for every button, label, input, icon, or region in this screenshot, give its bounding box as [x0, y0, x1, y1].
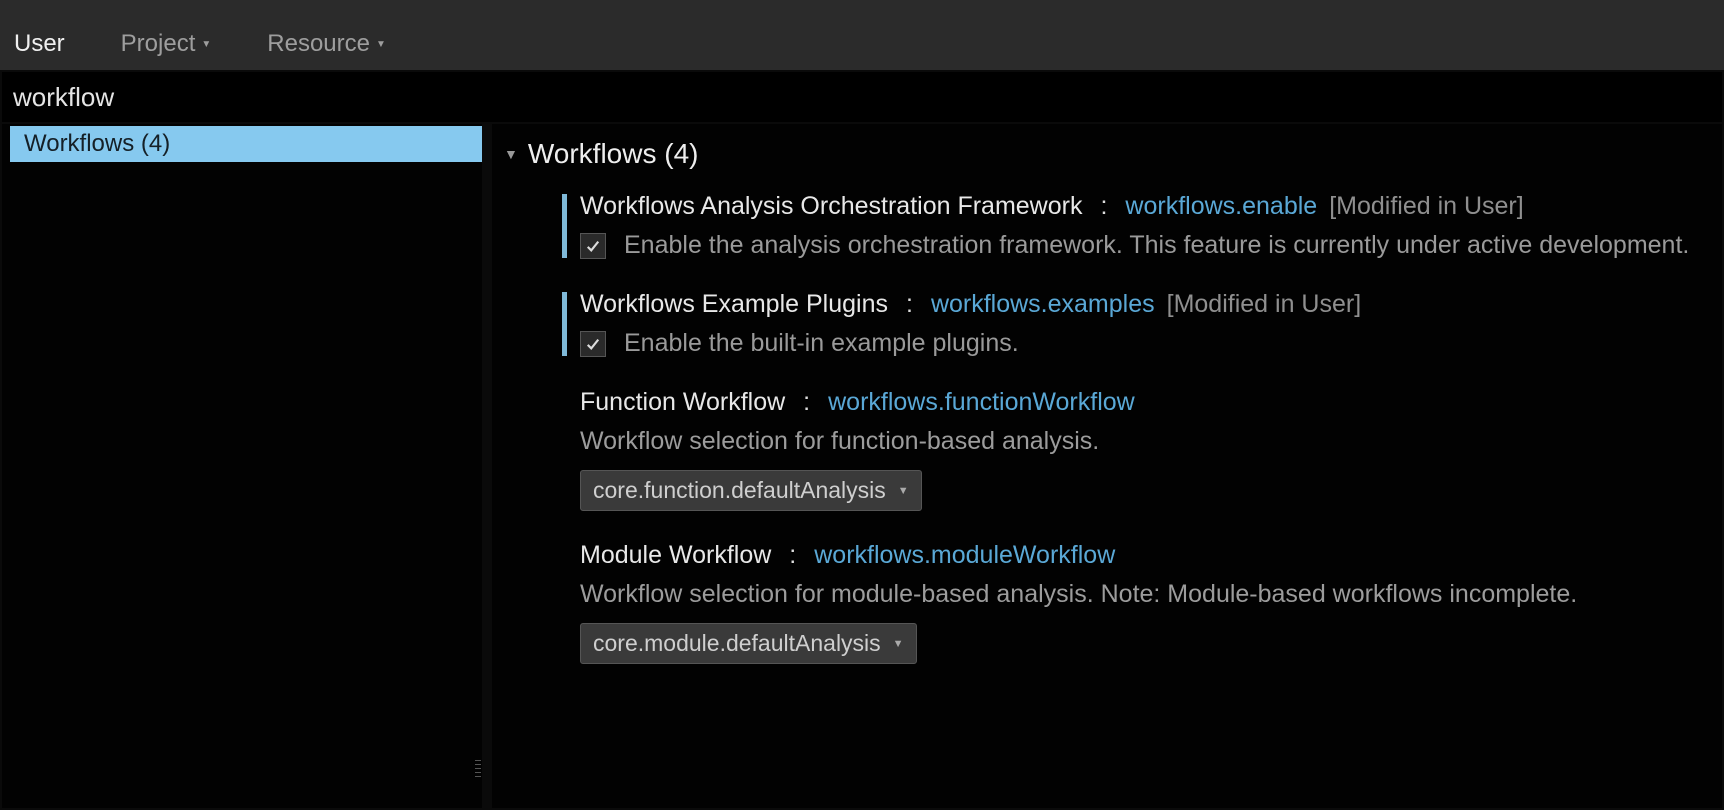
sidebar-item-label: Workflows (4) [24, 130, 170, 157]
check-icon [586, 337, 600, 351]
dropdown-value: core.function.defaultAnalysis [593, 477, 886, 504]
setting-description: Workflow selection for function-based an… [580, 427, 1710, 456]
chevron-down-icon: ▼ [504, 147, 518, 161]
setting-key: workflows.moduleWorkflow [814, 541, 1115, 570]
tab-project-label: Project [121, 30, 196, 58]
setting-description: Enable the analysis orchestration framew… [624, 231, 1689, 260]
tab-project[interactable]: Project ▼ [121, 26, 212, 62]
sidebar-item-workflows[interactable]: Workflows (4) [10, 126, 482, 162]
setting-function-workflow: Function Workflow : workflows.functionWo… [504, 388, 1710, 511]
search-value: workflow [13, 82, 114, 113]
setting-module-workflow: Module Workflow : workflows.moduleWorkfl… [504, 541, 1710, 664]
modified-badge: [Modified in User] [1167, 290, 1362, 319]
tab-resource-label: Resource [267, 30, 370, 58]
modified-badge: [Modified in User] [1329, 192, 1524, 221]
setting-title: Workflows Example Plugins [580, 290, 888, 319]
setting-key: workflows.enable [1125, 192, 1317, 221]
dropdown-function-workflow[interactable]: core.function.defaultAnalysis ▼ [580, 470, 922, 511]
dropdown-value: core.module.defaultAnalysis [593, 630, 881, 657]
settings-search-input[interactable]: workflow [2, 72, 1722, 122]
check-icon [586, 239, 600, 253]
section-title: Workflows (4) [528, 138, 699, 170]
chevron-down-icon: ▼ [893, 638, 904, 650]
setting-workflows-enable: Workflows Analysis Orchestration Framewo… [504, 192, 1710, 260]
setting-title: Module Workflow [580, 541, 771, 570]
colon: : [803, 388, 810, 417]
setting-title: Function Workflow [580, 388, 785, 417]
dropdown-module-workflow[interactable]: core.module.defaultAnalysis ▼ [580, 623, 917, 664]
chevron-down-icon: ▼ [898, 485, 909, 497]
setting-description: Enable the built-in example plugins. [624, 329, 1019, 358]
settings-sidebar: Workflows (4) [2, 124, 482, 808]
tab-user[interactable]: User [14, 26, 65, 62]
colon: : [906, 290, 913, 319]
colon: : [789, 541, 796, 570]
setting-description: Workflow selection for module-based anal… [580, 580, 1710, 609]
setting-key: workflows.examples [931, 290, 1155, 319]
tab-resource[interactable]: Resource ▼ [267, 26, 386, 62]
chevron-down-icon: ▼ [376, 40, 386, 50]
chevron-down-icon: ▼ [201, 40, 211, 50]
checkbox-workflows-examples[interactable] [580, 331, 606, 357]
window-top-spacer [0, 0, 1724, 18]
setting-title: Workflows Analysis Orchestration Framewo… [580, 192, 1082, 221]
setting-workflows-examples: Workflows Example Plugins : workflows.ex… [504, 290, 1710, 358]
setting-key: workflows.functionWorkflow [828, 388, 1135, 417]
colon: : [1100, 192, 1107, 221]
settings-content: ▼ Workflows (4) Workflows Analysis Orche… [492, 124, 1722, 808]
sidebar-resize-handle[interactable] [474, 738, 482, 798]
section-header[interactable]: ▼ Workflows (4) [504, 138, 1710, 170]
tab-user-label: User [14, 30, 65, 58]
scope-tabbar: User Project ▼ Resource ▼ [0, 18, 1724, 70]
checkbox-workflows-enable[interactable] [580, 233, 606, 259]
